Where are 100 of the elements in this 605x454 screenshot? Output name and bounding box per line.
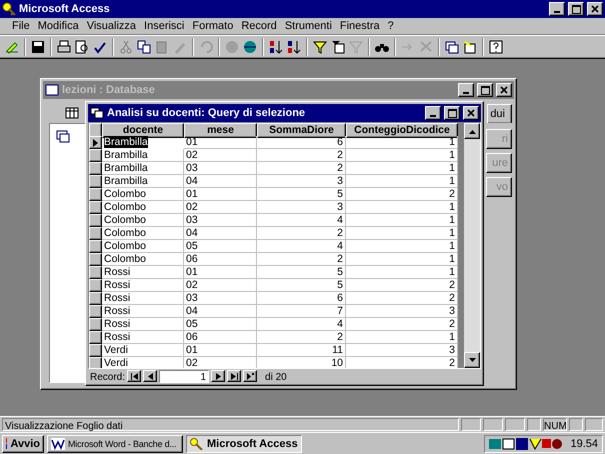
database-close-button[interactable] <box>496 83 512 97</box>
record-selector[interactable] <box>89 279 102 292</box>
table-cell: 2 <box>346 279 458 292</box>
windows-icon[interactable] <box>444 38 460 54</box>
menu-item[interactable]: Record <box>237 20 281 32</box>
table-cell: 2 <box>346 357 458 368</box>
table-cell: 2 <box>257 227 346 240</box>
record-selector[interactable] <box>89 357 102 368</box>
table-cell: 1 <box>346 136 458 149</box>
copy-icon[interactable] <box>136 38 152 54</box>
filter-form-icon[interactable] <box>330 38 346 54</box>
record-selector[interactable] <box>89 331 102 344</box>
maximize-button[interactable] <box>568 2 584 16</box>
vertical-scrollbar[interactable] <box>464 123 480 368</box>
new-object-icon[interactable] <box>462 38 478 54</box>
table-cell: 4 <box>257 214 346 227</box>
table-cell: 3 <box>346 305 458 318</box>
table-cell: Brambilla <box>102 162 184 175</box>
up-arrow-icon <box>468 128 476 134</box>
database-minimize-button[interactable] <box>458 83 474 97</box>
last-record-button[interactable] <box>227 370 242 382</box>
filter-icon[interactable] <box>312 38 328 54</box>
menu-item[interactable]: Strumenti <box>280 20 336 32</box>
tab[interactable]: dui <box>487 104 512 122</box>
table-cell: Brambilla <box>102 175 184 188</box>
help-icon[interactable] <box>488 38 504 54</box>
record-selector[interactable] <box>89 266 102 279</box>
previous-record-button[interactable] <box>143 370 158 382</box>
record-selector[interactable] <box>89 162 102 175</box>
menu-item[interactable]: Finestra <box>336 20 384 32</box>
table-cell: Rossi <box>102 305 184 318</box>
web-icon[interactable] <box>242 38 258 54</box>
print-preview-icon[interactable] <box>74 38 90 54</box>
column-header[interactable]: docente <box>102 123 184 138</box>
record-selector[interactable] <box>89 149 102 162</box>
record-selector[interactable] <box>89 201 102 214</box>
table-cell: 2 <box>346 188 458 201</box>
table-cell: Colombo <box>102 201 184 214</box>
record-selector[interactable] <box>89 188 102 201</box>
table-cell: 10 <box>257 357 346 368</box>
last-icon <box>230 372 238 380</box>
record-selector[interactable] <box>89 344 102 357</box>
menu-item[interactable]: File <box>8 20 34 32</box>
sort-descending-icon[interactable] <box>286 38 302 54</box>
query-icon[interactable] <box>56 130 70 143</box>
table-cell: 1 <box>346 253 458 266</box>
table-cell: 04 <box>184 305 257 318</box>
table-cell: 5 <box>257 266 346 279</box>
menu-item[interactable]: Formato <box>188 20 238 32</box>
menu-item[interactable]: ? <box>384 20 398 32</box>
table-cell: Colombo <box>102 188 184 201</box>
column-header[interactable]: mese <box>184 123 257 138</box>
record-selector[interactable] <box>89 175 102 188</box>
table-cell: Verdi <box>102 344 184 357</box>
status-panel <box>527 418 541 431</box>
start-button[interactable]: Avvio <box>2 434 44 452</box>
status-indicator: NUM <box>543 418 567 431</box>
query-minimize-button[interactable] <box>425 106 441 120</box>
table-cell: 2 <box>346 318 458 331</box>
first-record-button[interactable] <box>127 370 142 382</box>
record-selector[interactable] <box>89 214 102 227</box>
query-close-button[interactable] <box>463 106 479 120</box>
table-cell: Rossi <box>102 292 184 305</box>
menu-item[interactable]: Inserisci <box>140 20 188 32</box>
sort-ascending-icon[interactable] <box>268 38 284 54</box>
close-icon <box>500 86 508 94</box>
taskbar-button[interactable]: Microsoft Word - Banche d... <box>47 434 183 452</box>
maximize-icon <box>480 86 490 94</box>
record-number-field[interactable]: 1 <box>159 370 210 382</box>
menu-item[interactable]: Modifica <box>34 20 83 32</box>
record-selector[interactable] <box>89 292 102 305</box>
close-button[interactable] <box>587 2 603 16</box>
record-selector[interactable] <box>89 240 102 253</box>
status-panel <box>461 418 481 431</box>
column-header[interactable]: SommaDiore <box>257 123 346 138</box>
print-icon[interactable] <box>56 38 72 54</box>
query-maximize-button[interactable] <box>444 106 460 120</box>
column-header[interactable]: ConteggioDicodice <box>346 123 458 138</box>
table-cell: 5 <box>257 188 346 201</box>
table-cell: 05 <box>184 240 257 253</box>
record-selector[interactable] <box>89 305 102 318</box>
database-maximize-button[interactable] <box>477 83 493 97</box>
next-record-button[interactable] <box>211 370 226 382</box>
database-icon <box>45 84 59 96</box>
down-arrow-icon <box>468 356 476 364</box>
menu-item[interactable]: Visualizza <box>82 20 140 32</box>
table-cell: 1 <box>346 266 458 279</box>
record-selector[interactable] <box>89 253 102 266</box>
table-cell: Colombo <box>102 240 184 253</box>
minimize-button[interactable] <box>549 2 565 16</box>
maximize-icon <box>572 4 580 14</box>
record-selector[interactable] <box>89 227 102 240</box>
record-selector[interactable] <box>89 318 102 331</box>
record-selector[interactable] <box>89 136 102 149</box>
save-icon[interactable] <box>30 38 46 54</box>
new-record-button[interactable] <box>243 370 258 382</box>
table-cell: Rossi <box>102 331 184 344</box>
taskbar-button[interactable]: Microsoft Access <box>186 434 302 452</box>
left-arrow-icon <box>146 372 154 380</box>
table-cell: 01 <box>184 188 257 201</box>
